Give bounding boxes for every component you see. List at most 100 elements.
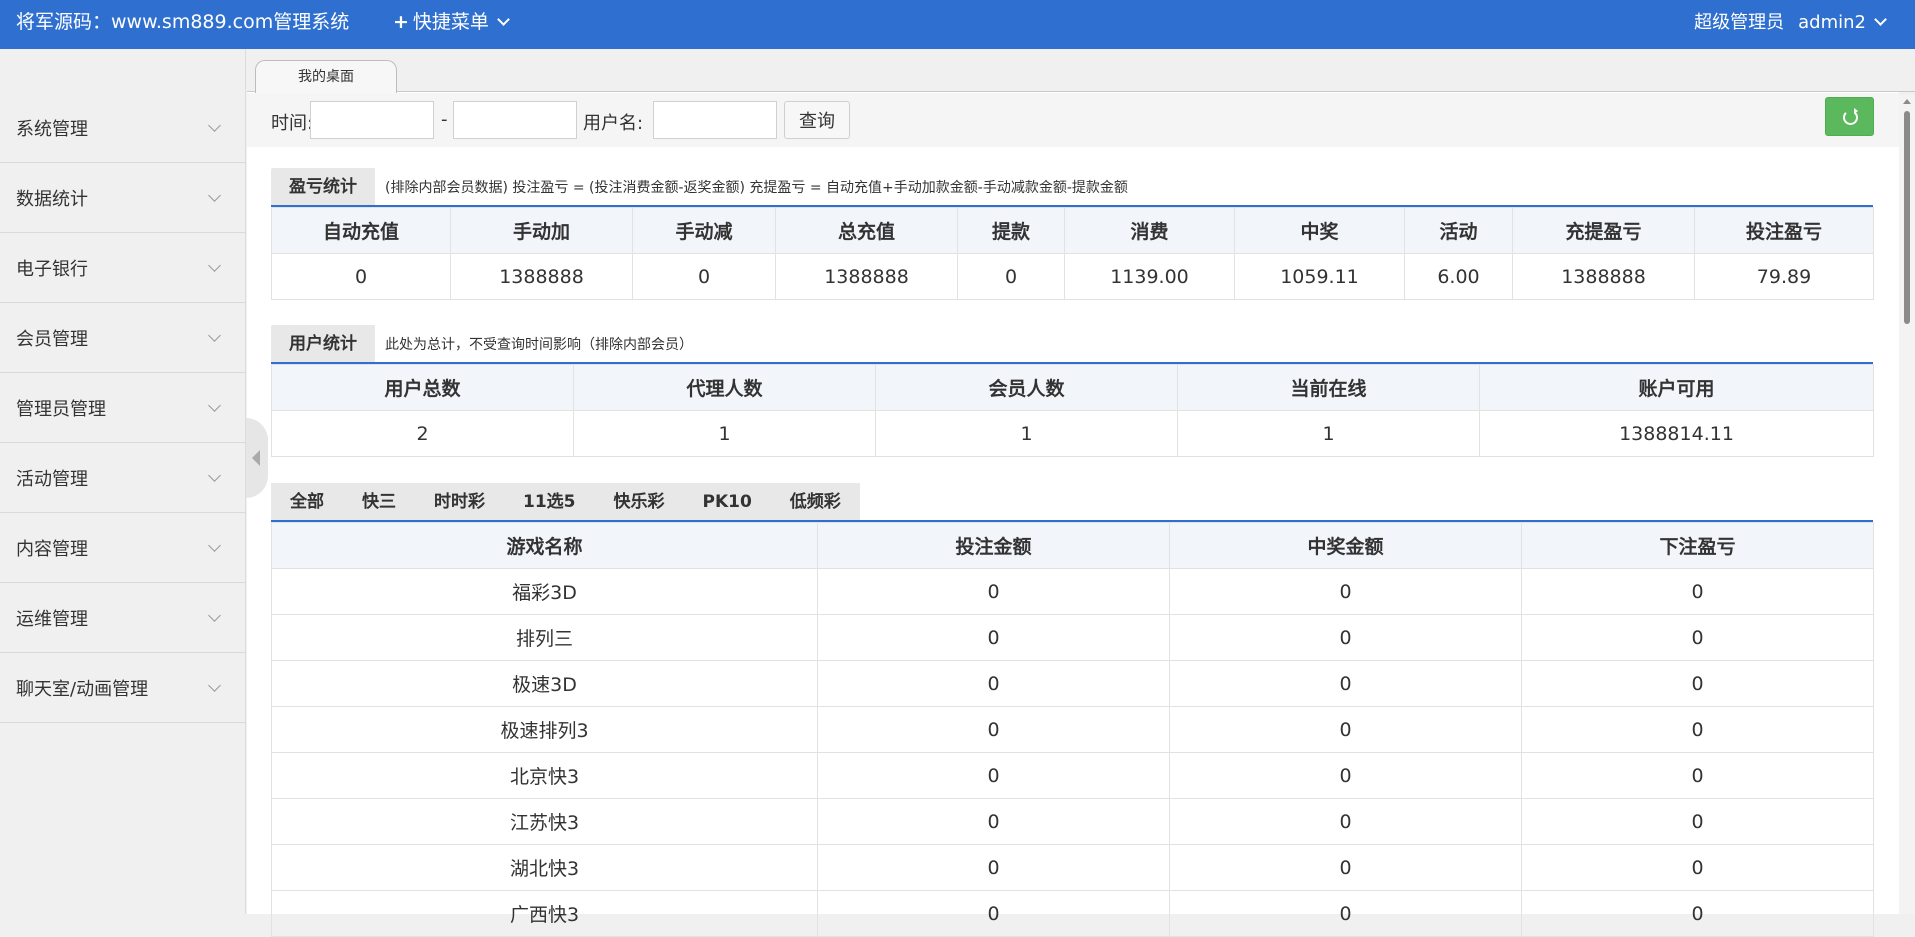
bet-profit: 0 xyxy=(1521,798,1874,845)
table-row: 极速3D 0 0 0 xyxy=(271,660,1874,707)
column-header: 中奖金额 xyxy=(1169,522,1522,569)
table-row: 排列三 0 0 0 xyxy=(271,614,1874,661)
bet-amount: 0 xyxy=(817,798,1170,845)
bet-profit: 0 xyxy=(1521,568,1874,615)
table-cell: 1388814.11 xyxy=(1479,410,1874,457)
sidebar-item-chatroom[interactable]: 聊天室/动画管理 xyxy=(0,653,245,723)
sidebar-item-members[interactable]: 会员管理 xyxy=(0,303,245,373)
end-time-input[interactable] xyxy=(453,101,577,139)
table-cell: 1388888 xyxy=(775,253,958,300)
quick-menu-button[interactable]: + 快捷菜单 xyxy=(393,0,510,49)
column-header: 充提盈亏 xyxy=(1512,207,1695,254)
tab-all[interactable]: 全部 xyxy=(271,483,343,521)
table-header-row: 游戏名称 投注金额 中奖金额 下注盈亏 xyxy=(271,522,1874,569)
sidebar-item-statistics[interactable]: 数据统计 xyxy=(0,163,245,233)
collapse-left-icon xyxy=(252,450,260,466)
time-separator: - xyxy=(441,109,448,130)
column-header: 投注金额 xyxy=(817,522,1170,569)
profit-table: 自动充值 手动加 手动减 总充值 提款 消费 中奖 活动 充提盈亏 投注盈亏 0… xyxy=(271,207,1874,300)
chevron-down-icon xyxy=(208,329,221,342)
table-header-row: 自动充值 手动加 手动减 总充值 提款 消费 中奖 活动 充提盈亏 投注盈亏 xyxy=(271,207,1874,254)
bet-profit: 0 xyxy=(1521,844,1874,891)
username: admin2 xyxy=(1798,12,1866,33)
sidebar-item-activities[interactable]: 活动管理 xyxy=(0,443,245,513)
profit-section-header: 盈亏统计 (排除内部会员数据) 投注盈亏 = (投注消费金额-返奖金额) 充提盈… xyxy=(271,168,1128,206)
username-label: 用户名: xyxy=(583,113,644,134)
table-row: 北京快3 0 0 0 xyxy=(271,752,1874,799)
tab-ssc[interactable]: 时时彩 xyxy=(415,483,504,521)
column-header: 手动加 xyxy=(450,207,633,254)
game-name: 湖北快3 xyxy=(271,844,818,891)
table-cell: 1 xyxy=(1177,410,1480,457)
table-row: 0 1388888 0 1388888 0 1139.00 1059.11 6.… xyxy=(271,253,1874,300)
bet-amount: 0 xyxy=(817,844,1170,891)
profit-section-note: (排除内部会员数据) 投注盈亏 = (投注消费金额-返奖金额) 充提盈亏 = 自… xyxy=(385,180,1128,196)
chevron-down-icon xyxy=(208,189,221,202)
sidebar-item-label: 电子银行 xyxy=(16,258,88,280)
scroll-up-arrow-icon[interactable] xyxy=(1903,99,1911,104)
sidebar-item-label: 运维管理 xyxy=(16,608,88,630)
tab-klc[interactable]: 快乐彩 xyxy=(595,483,684,521)
bet-profit: 0 xyxy=(1521,752,1874,799)
refresh-button[interactable] xyxy=(1825,97,1874,136)
win-amount: 0 xyxy=(1169,568,1522,615)
bet-profit: 0 xyxy=(1521,614,1874,661)
sidebar-item-ebank[interactable]: 电子银行 xyxy=(0,233,245,303)
start-time-input[interactable] xyxy=(310,101,434,139)
top-header: 将军源码：www.sm889.com管理系统 + 快捷菜单 超级管理员 admin2 xyxy=(0,0,1915,49)
user-menu[interactable]: 超级管理员 admin2 xyxy=(1694,0,1887,49)
game-name: 江苏快3 xyxy=(271,798,818,845)
table-cell: 1 xyxy=(875,410,1178,457)
chevron-down-icon xyxy=(497,13,510,26)
sidebar-item-system[interactable]: 系统管理 xyxy=(0,93,245,163)
tab-11x5[interactable]: 11选5 xyxy=(504,483,595,521)
sidebar-item-label: 活动管理 xyxy=(16,468,88,490)
table-cell: 1388888 xyxy=(1512,253,1695,300)
bet-profit: 0 xyxy=(1521,706,1874,753)
user-section-note: 此处为总计，不受查询时间影响（排除内部会员） xyxy=(385,337,693,353)
column-header: 会员人数 xyxy=(875,364,1178,411)
user-role: 超级管理员 xyxy=(1694,12,1785,33)
sidebar-item-label: 聊天室/动画管理 xyxy=(16,678,149,700)
game-name: 北京快3 xyxy=(271,752,818,799)
vertical-scrollbar[interactable] xyxy=(1899,95,1915,914)
username-input[interactable] xyxy=(653,101,777,139)
scrollbar-thumb[interactable] xyxy=(1904,111,1910,324)
sidebar-item-label: 系统管理 xyxy=(16,118,88,140)
sidebar-item-admins[interactable]: 管理员管理 xyxy=(0,373,245,443)
chevron-down-icon xyxy=(208,259,221,272)
column-header: 消费 xyxy=(1064,207,1235,254)
sidebar-collapse-handle[interactable] xyxy=(246,418,268,498)
table-cell: 0 xyxy=(632,253,776,300)
plus-icon: + xyxy=(393,11,409,33)
game-name: 福彩3D xyxy=(271,568,818,615)
query-button[interactable]: 查询 xyxy=(784,101,850,139)
column-header: 总充值 xyxy=(775,207,958,254)
sidebar-item-ops[interactable]: 运维管理 xyxy=(0,583,245,653)
sidebar-item-label: 会员管理 xyxy=(16,328,88,350)
user-section-header: 用户统计 此处为总计，不受查询时间影响（排除内部会员） xyxy=(271,325,693,363)
column-header: 用户总数 xyxy=(271,364,574,411)
profit-section-title: 盈亏统计 xyxy=(271,168,375,206)
table-row: 2 1 1 1 1388814.11 xyxy=(271,410,1874,457)
chevron-down-icon xyxy=(208,679,221,692)
table-row: 福彩3D 0 0 0 xyxy=(271,568,1874,615)
column-header: 下注盈亏 xyxy=(1521,522,1874,569)
game-category-tabs: 全部 快三 时时彩 11选5 快乐彩 PK10 低频彩 xyxy=(271,483,860,521)
table-cell: 1 xyxy=(573,410,876,457)
sidebar-item-content[interactable]: 内容管理 xyxy=(0,513,245,583)
tab-dpc[interactable]: 低频彩 xyxy=(771,483,860,521)
tab-pk10[interactable]: PK10 xyxy=(684,483,771,521)
column-header: 当前在线 xyxy=(1177,364,1480,411)
filter-bar: 时间: - 用户名: 查询 xyxy=(247,93,1899,147)
column-header: 手动减 xyxy=(632,207,776,254)
win-amount: 0 xyxy=(1169,844,1522,891)
chevron-down-icon xyxy=(1874,13,1887,26)
win-amount: 0 xyxy=(1169,614,1522,661)
sidebar: 系统管理 数据统计 电子银行 会员管理 管理员管理 活动管理 内容管理 运维管理… xyxy=(0,49,246,914)
bet-amount: 0 xyxy=(817,614,1170,661)
sidebar-item-label: 内容管理 xyxy=(16,538,88,560)
table-row: 江苏快3 0 0 0 xyxy=(271,798,1874,845)
tab-desktop[interactable]: 我的桌面 xyxy=(255,60,397,93)
tab-k3[interactable]: 快三 xyxy=(343,483,415,521)
